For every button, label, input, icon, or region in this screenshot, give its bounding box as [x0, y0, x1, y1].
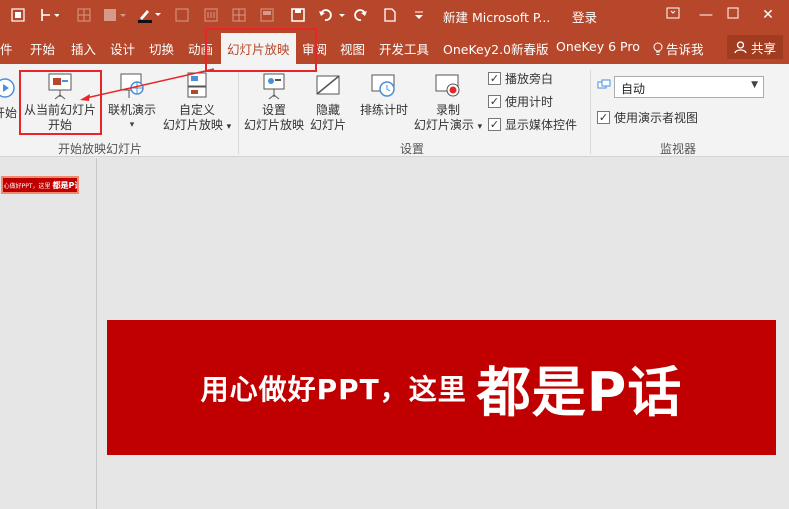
main-slide[interactable]: 用心做好PPT，这里 都是P话: [107, 320, 776, 455]
thumbnail-text-big: 都是P话: [52, 180, 77, 190]
slide-thumbnail-pane: 用心做好PPT，这里 都是P话: [0, 158, 97, 509]
thumbnail-text-small: 用心做好PPT，这里: [1, 182, 51, 190]
slide-thumbnail-1[interactable]: 用心做好PPT，这里 都是P话: [1, 176, 79, 194]
slide-text-small: 用心做好PPT，这里: [200, 372, 467, 406]
slide-text-big: 都是P话: [476, 361, 683, 424]
